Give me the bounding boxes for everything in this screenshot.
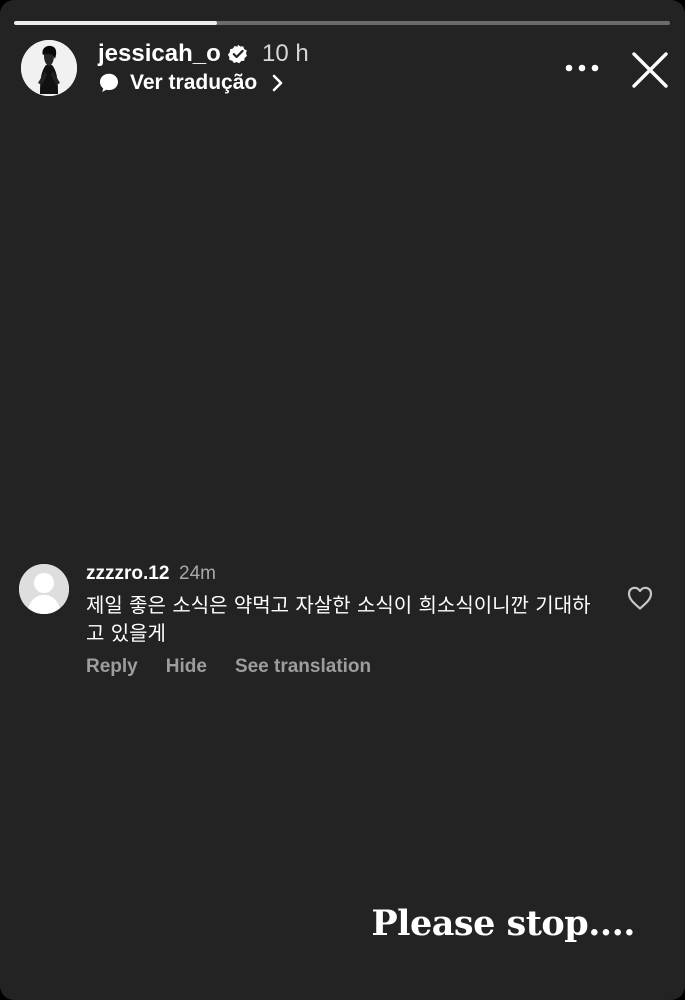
- profile-photo-icon: [21, 40, 77, 96]
- close-icon[interactable]: [629, 49, 671, 91]
- comment-avatar[interactable]: [19, 564, 69, 614]
- story-progress-bar: [14, 21, 670, 25]
- more-horizontal-icon[interactable]: [562, 56, 602, 80]
- profile-avatar[interactable]: [21, 40, 77, 96]
- translate-label: Ver tradução: [130, 71, 258, 94]
- story-caption: Please stop....: [371, 903, 635, 944]
- story-viewer: jessicah_o 10 h Ver tradução zzzzro.12 2…: [0, 0, 685, 1000]
- chevron-right-icon: [272, 74, 283, 92]
- comment-time: 24m: [179, 563, 216, 584]
- story-username[interactable]: jessicah_o: [98, 39, 221, 69]
- translate-link[interactable]: Ver tradução: [98, 68, 289, 98]
- speech-bubble-icon: [100, 73, 118, 92]
- heart-outline-icon[interactable]: [626, 585, 654, 611]
- story-post-time: 10 h: [262, 40, 309, 67]
- comment-username[interactable]: zzzzro.12: [86, 562, 169, 586]
- comment-text: 제일 좋은 소식은 약먹고 자살한 소식이 희소식이니깐 기대하고 있을게: [86, 593, 591, 645]
- default-user-avatar-icon: [19, 564, 69, 614]
- hide-button[interactable]: Hide: [166, 656, 207, 678]
- comment-actions: Reply Hide See translation: [86, 654, 371, 680]
- see-translation-button[interactable]: See translation: [235, 656, 371, 678]
- story-progress-fill: [14, 21, 218, 25]
- verified-badge-icon: [228, 44, 247, 64]
- reply-button[interactable]: Reply: [86, 656, 138, 678]
